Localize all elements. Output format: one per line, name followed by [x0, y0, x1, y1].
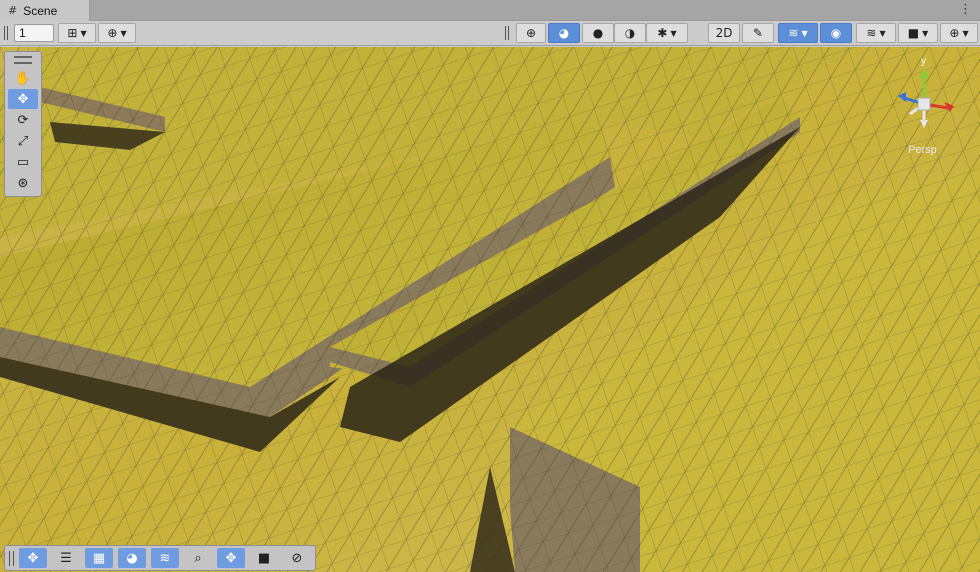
- overlay-grip[interactable]: [9, 551, 14, 566]
- increment-snap-icon: ⊕: [107, 26, 118, 40]
- increment-snap-button[interactable]: ⊕ ▼: [98, 23, 136, 43]
- grid-snapping-button[interactable]: ⊞ ▼: [58, 23, 96, 43]
- grid-size-field[interactable]: 1: [14, 24, 54, 42]
- lighting-toggle-button[interactable]: ✎: [742, 23, 774, 43]
- draw-mode-lit-button[interactable]: ◑: [614, 23, 646, 43]
- terrain-render: [0, 47, 980, 572]
- scale-tool-icon[interactable]: ⤢: [8, 131, 38, 151]
- tool-palette: ✋ ✥ ⟳ ⤢ ▭ ⊛: [4, 51, 42, 197]
- lighting-toggle-icon: ✎: [752, 26, 764, 40]
- scene-visibility-icon: ◉: [830, 26, 842, 40]
- draw-mode-lit-icon: ◑: [624, 26, 636, 40]
- terrain-layers-icon[interactable]: ≋: [151, 548, 179, 568]
- draw-mode-wireframe-button[interactable]: ⊕: [516, 23, 546, 43]
- transform-tool-icon[interactable]: ⊛: [8, 173, 38, 193]
- debug-draw-icon: ✱: [657, 26, 668, 40]
- rotate-tool-icon[interactable]: ⟳: [8, 110, 38, 130]
- chevron-down-icon[interactable]: ▼: [120, 29, 126, 38]
- sculpt-icon[interactable]: ◕: [118, 548, 146, 568]
- projection-label[interactable]: Persp: [908, 144, 937, 156]
- toolbar-grip[interactable]: [4, 26, 8, 40]
- draw-mode-shaded-wireframe-icon: ◕: [558, 26, 570, 40]
- draw-mode-shaded-icon: ●: [592, 26, 604, 40]
- navigation-icon[interactable]: ⊘: [283, 548, 311, 568]
- effects-toggle-icon: ≋: [788, 26, 799, 40]
- chevron-down-icon[interactable]: ▼: [670, 29, 676, 38]
- chevron-down-icon[interactable]: ▼: [922, 29, 928, 38]
- layers-button[interactable]: ≋ ▼: [856, 23, 896, 43]
- tab-title: Scene: [23, 3, 58, 18]
- chevron-down-icon[interactable]: ▼: [962, 29, 968, 38]
- effects-toggle-button[interactable]: ≋ ▼: [778, 23, 818, 43]
- search-icon[interactable]: ⌕: [184, 548, 212, 568]
- scene-toolbar: 1 ⊞ ▼ ⊕ ▼ ⊕ ◕ ● ◑ ✱ ▼ 2D ✎ ≋ ▼ ◉ ≋ ▼ ■ ▼ ⊕ ▼: [0, 21, 980, 46]
- kebab-menu-icon[interactable]: ⋮: [959, 2, 972, 17]
- gizmos-icon: ⊕: [949, 26, 960, 40]
- chevron-down-icon[interactable]: ▼: [80, 29, 86, 38]
- terrain-move-icon[interactable]: ✥: [19, 548, 47, 568]
- 2d-toggle-icon: 2D: [715, 26, 733, 40]
- grid-hash-icon: #: [8, 4, 18, 17]
- move-pivot-icon[interactable]: ✥: [217, 548, 245, 568]
- grid-snapping-icon: ⊞: [67, 26, 78, 40]
- camera-settings-icon: ■: [907, 26, 920, 40]
- hand-tool-icon[interactable]: ✋: [8, 68, 38, 88]
- scene-visibility-button[interactable]: ◉: [820, 23, 852, 43]
- gizmos-button[interactable]: ⊕ ▼: [940, 23, 978, 43]
- terrain-overlay-toolbar: ✥ ☰ ▦ ◕ ≋ ⌕ ✥ ■ ⊘: [4, 545, 316, 571]
- draw-mode-shaded-button[interactable]: ●: [582, 23, 614, 43]
- chevron-down-icon[interactable]: ▼: [879, 29, 885, 38]
- tab-bar: # Scene ⋮: [0, 0, 980, 21]
- rect-tool-icon[interactable]: ▭: [8, 152, 38, 172]
- camera-preview-icon[interactable]: ■: [250, 548, 278, 568]
- paint-texture-icon[interactable]: ▦: [85, 548, 113, 568]
- draw-mode-wireframe-icon: ⊕: [525, 26, 537, 40]
- orientation-gizmo[interactable]: y Persp: [890, 56, 960, 156]
- wireframe-overlay: [0, 47, 980, 572]
- tab-scene[interactable]: # Scene: [0, 0, 90, 21]
- gizmo-y-label: y: [921, 56, 926, 67]
- draw-mode-shaded-wireframe-button[interactable]: ◕: [548, 23, 580, 43]
- toolbar-grip-right[interactable]: [505, 26, 509, 40]
- debug-draw-button[interactable]: ✱ ▼: [646, 23, 688, 43]
- scene-viewport[interactable]: [0, 47, 980, 572]
- camera-settings-button[interactable]: ■ ▼: [898, 23, 938, 43]
- 2d-toggle-button[interactable]: 2D: [708, 23, 740, 43]
- chevron-down-icon[interactable]: ▼: [801, 29, 807, 38]
- move-tool-icon[interactable]: ✥: [8, 89, 38, 109]
- tool-palette-handle[interactable]: [14, 56, 32, 64]
- terrain-settings-icon[interactable]: ☰: [52, 548, 80, 568]
- layers-icon: ≋: [866, 26, 877, 40]
- axis-gizmo-icon[interactable]: [890, 56, 960, 146]
